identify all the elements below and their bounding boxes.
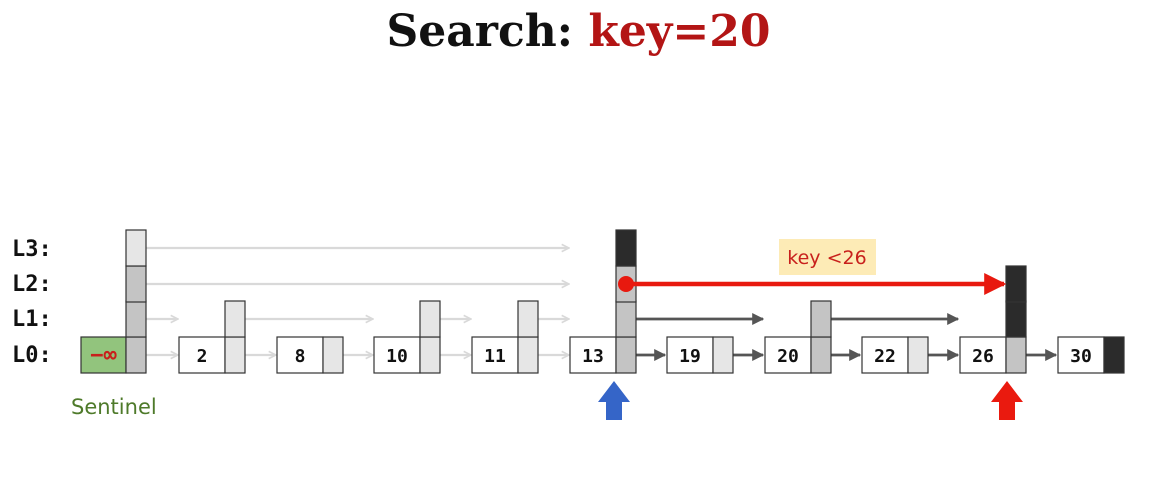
search-path-start-dot — [618, 276, 634, 292]
pointer-cell-l1 — [419, 300, 441, 338]
node-30: 30 — [1057, 336, 1125, 374]
pointer-cell-l3 — [615, 229, 637, 267]
level-label-l1: L1: — [12, 307, 52, 332]
level-label-l2: L2: — [12, 272, 52, 297]
node-8: 8 — [276, 336, 344, 374]
pointer-cell-l3 — [125, 229, 147, 267]
node-22: 22 — [861, 336, 929, 374]
node-key-text: 22 — [874, 346, 896, 367]
node-2: 2 — [178, 300, 246, 374]
pointer-cell-l0 — [517, 336, 539, 374]
skip-list-diagram: L3: L2: L1: L0: −∞ 2 8 10 11 13 19 20 22 26 30 key… — [12, 229, 1125, 420]
node-11: 11 — [471, 300, 539, 374]
node-key-text: 20 — [777, 346, 799, 367]
node-key-text: 13 — [582, 346, 604, 367]
pointer-cell-l0 — [907, 336, 929, 374]
node-20: 20 — [764, 300, 832, 374]
node-key-text: 30 — [1070, 346, 1092, 367]
annotation-text: key <26 — [787, 247, 866, 269]
pointer-cell-l0 — [615, 336, 637, 374]
pointer-cell-l0 — [1103, 336, 1125, 374]
pointer-cell-l2 — [125, 265, 147, 303]
pointer-cell-l2 — [1005, 265, 1027, 303]
pointer-cell-l1 — [125, 300, 147, 338]
node-key-text: 8 — [295, 346, 306, 367]
pointer-cell-l0 — [419, 336, 441, 374]
pointer-cell-l0 — [810, 336, 832, 374]
level-label-l0: L0: — [12, 343, 52, 368]
comparison-annotation: key <26 — [779, 239, 876, 275]
pointer-cell-l0 — [322, 336, 344, 374]
pointer-cell-l1 — [810, 300, 832, 338]
red-cursor-arrow-icon — [991, 381, 1023, 420]
level-label-l3: L3: — [12, 237, 52, 262]
node-10: 10 — [373, 300, 441, 374]
pointer-cell-l0 — [125, 336, 147, 374]
level-labels: L3: L2: L1: L0: — [12, 237, 52, 368]
node-key-text: 11 — [484, 346, 506, 367]
sentinel-key-text: −∞ — [90, 343, 117, 368]
node-19: 19 — [666, 336, 734, 374]
node-13: 13 — [569, 229, 637, 374]
pointer-cell-l0 — [224, 336, 246, 374]
pointer-cell-l1 — [517, 300, 539, 338]
blue-cursor-arrow-icon — [598, 381, 630, 420]
pointer-cell-l0 — [712, 336, 734, 374]
sentinel-label: Sentinel — [71, 395, 157, 419]
node-key-text: 10 — [386, 346, 408, 367]
pointer-cell-l1 — [615, 300, 637, 338]
skip-list-nodes: −∞ 2 8 10 11 13 19 20 22 26 30 — [80, 229, 1125, 374]
node-key-text: 26 — [972, 346, 994, 367]
pointer-cell-l0 — [1005, 336, 1027, 374]
sentinel-node: −∞ — [80, 229, 147, 374]
node-key-text: 2 — [197, 346, 208, 367]
pointer-cell-l1 — [1005, 300, 1027, 338]
pointer-cell-l1 — [224, 300, 246, 338]
node-key-text: 19 — [679, 346, 701, 367]
